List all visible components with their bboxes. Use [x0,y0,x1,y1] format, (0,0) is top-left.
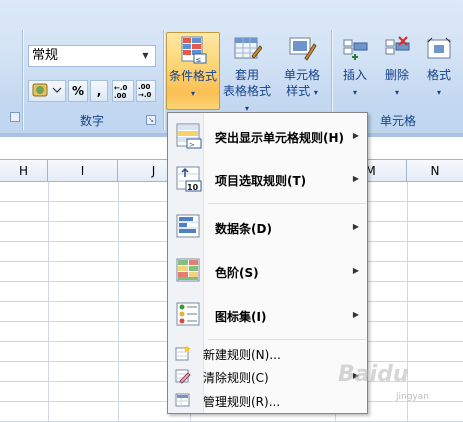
menu-item-highlight-cells-rules[interactable]: > 突出显示单元格规则(H) ▶ [169,117,367,155]
chevron-down-icon[interactable]: ▼ [139,47,152,65]
submenu-arrow-icon: ▶ [352,222,359,231]
number-group-label: 数字 [79,114,104,128]
format-cells-button[interactable]: 格式 ▾ [419,32,459,110]
conditional-formatting-button[interactable]: ≤ 条件格式 ▾ [166,32,220,110]
watermark-logo: Baidu [338,362,409,387]
format-as-table-label-2: 表格格式 [222,84,271,98]
svg-text:→.0: →.0 [138,91,152,99]
top-bottom-rules-icon: 10 [176,166,202,192]
grid-column-line [118,182,119,422]
menu-item-color-scales[interactable]: 色阶(S) ▶ [169,251,367,291]
highlight-cells-rules-label: 突出显示单元格规则(H) [215,131,345,145]
decrease-decimal-icon: .00 →.0 [138,83,152,99]
increase-decimal-icon: ←.0 .00 [114,84,128,100]
clear-rules-icon [175,369,191,384]
format-as-table-button[interactable]: 套用 表格格式 ▾ [222,32,272,113]
conditional-formatting-label: 条件格式 [168,69,217,83]
top-bottom-rules-label: 项目选取规则(T) [215,174,307,188]
format-label: 格式 [426,68,451,82]
new-rule-icon [175,345,191,361]
conditional-formatting-icon: ≤ [181,36,207,64]
format-as-table-label-1: 套用 [234,68,259,82]
data-bars-icon [176,214,200,238]
clear-rules-label: 清除规则(C) [203,371,269,385]
submenu-arrow-icon: ▶ [352,310,359,319]
submenu-arrow-icon: ▶ [352,266,359,275]
svg-text:≤: ≤ [196,56,202,64]
alignment-dialog-launcher[interactable] [10,112,20,122]
highlight-cells-rules-icon: > [176,123,202,149]
number-format-value: 常规 [32,48,59,63]
excel-window: 常规 ▼ % , ←.0 .00 .00 →.0 数字 ↘ ≤ 条件格式 ▾ 套… [0,0,463,422]
icon-sets-icon [176,302,200,326]
chevron-down-icon: ▾ [352,88,357,97]
delete-label: 删除 [384,68,409,82]
group-separator [163,30,164,130]
comma-button[interactable]: , [90,80,108,102]
menu-item-icon-sets[interactable]: 图标集(I) ▶ [169,295,367,335]
svg-text:.00: .00 [138,83,151,91]
chevron-down-icon: ▾ [394,88,399,97]
grid-column-line [48,182,49,422]
decrease-decimal-button[interactable]: .00 →.0 [136,80,156,102]
column-header-i[interactable]: I [48,160,118,182]
currency-icon [32,83,62,97]
cell-styles-icon [289,37,317,61]
delete-cells-icon [385,36,410,55]
menu-separator [208,339,366,340]
data-bars-label: 数据条(D) [215,222,272,236]
percent-button[interactable]: % [68,80,88,102]
watermark-subtext: jingyan [396,392,429,402]
number-format-select[interactable]: 常规 ▼ [28,45,156,67]
increase-decimal-button[interactable]: ←.0 .00 [112,80,134,102]
chevron-down-icon: ▾ [190,89,195,98]
chevron-down-icon: ▾ [436,88,441,97]
number-dialog-launcher[interactable]: ↘ [146,115,156,125]
cell-styles-label-1: 单元格 [283,68,320,82]
menu-item-manage-rules[interactable]: 管理规则(R)... [169,389,367,411]
menu-separator [208,203,366,204]
column-header-n[interactable]: N [407,160,463,182]
column-header-h[interactable]: H [0,160,48,182]
manage-rules-icon [175,393,190,407]
manage-rules-label: 管理规则(R)... [203,395,281,409]
menu-item-top-bottom-rules[interactable]: 10 项目选取规则(T) ▶ [169,159,367,199]
color-scales-label: 色阶(S) [215,266,259,280]
icon-sets-label: 图标集(I) [215,310,267,324]
format-cells-icon [427,37,451,59]
cell-styles-button[interactable]: 单元格 样式 ▾ [278,32,326,110]
svg-text:10: 10 [187,183,199,192]
menu-item-data-bars[interactable]: 数据条(D) ▶ [169,207,367,247]
submenu-arrow-icon: ▶ [352,131,359,140]
format-as-table-icon [234,37,262,59]
submenu-arrow-icon: ▶ [352,174,359,183]
svg-text:←.0: ←.0 [114,84,128,92]
insert-cells-button[interactable]: 插入 ▾ [335,32,375,110]
delete-cells-button[interactable]: 删除 ▾ [377,32,417,110]
svg-text:.00: .00 [114,92,127,100]
cell-styles-label-2: 样式 [286,84,311,98]
new-rule-label: 新建规则(N)... [203,348,281,362]
accounting-format-button[interactable] [28,80,66,102]
svg-text:>: > [189,141,195,149]
color-scales-icon [176,258,200,282]
ribbon-left-edge [0,30,20,130]
insert-label: 插入 [342,68,367,82]
chevron-down-icon: ▾ [313,88,318,97]
insert-cells-icon [343,39,368,60]
menu-item-new-rule[interactable]: 新建规则(N)... [169,342,367,364]
